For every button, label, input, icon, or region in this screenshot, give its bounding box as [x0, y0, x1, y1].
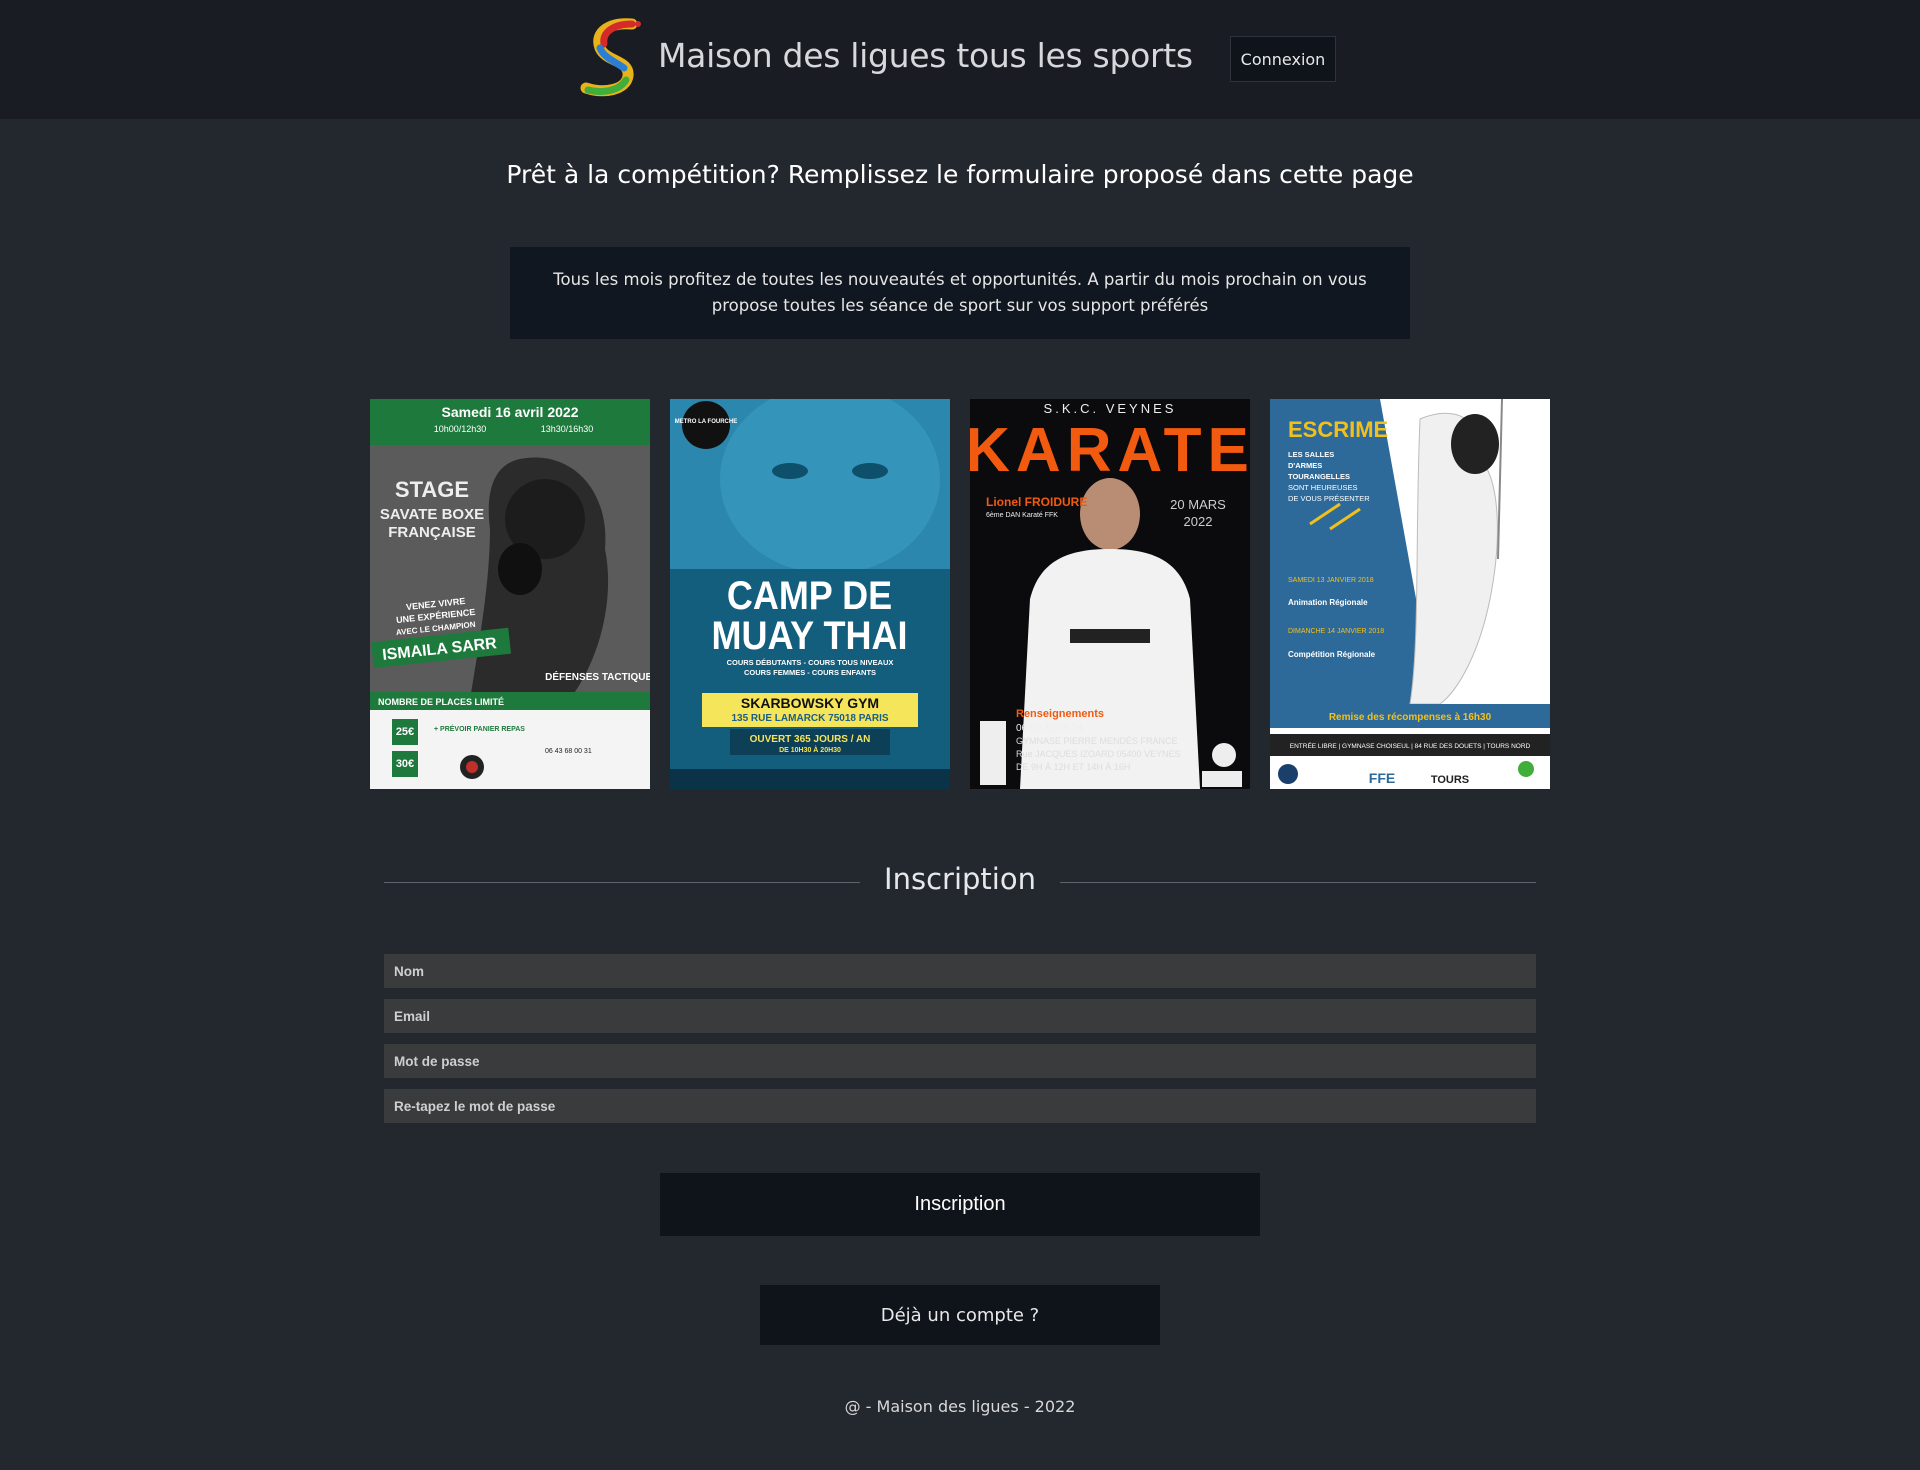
poster-escrime-intro-2: D'ARMES — [1288, 461, 1322, 470]
poster-muay-thai-title-2: MUAY THAI — [711, 614, 907, 658]
name-field[interactable] — [384, 954, 1536, 988]
poster-savate-line-3: FRANÇAISE — [388, 524, 476, 541]
section-title: Inscription — [884, 862, 1036, 896]
poster-muay-thai[interactable]: METRO LA FOURCHE CAMP DE MUAY THAI COURS… — [670, 399, 950, 789]
poster-karate-rank: 6ème DAN Karaté FFK — [986, 512, 1058, 519]
poster-savate-price-2: 30€ — [396, 758, 414, 770]
footer-text: @ - Maison des ligues - 2022 — [844, 1397, 1076, 1416]
poster-karate-info-4: DE 9H À 12H ET 14H À 16H — [1016, 762, 1130, 772]
poster-savate-limited: NOMBRE DE PLACES LIMITÉ — [378, 697, 504, 707]
login-button[interactable]: Connexion — [1230, 36, 1336, 82]
poster-savate-extra: + PRÉVOIR PANIER REPAS — [434, 724, 525, 733]
poster-escrime-intro-5: DE VOUS PRÉSENTER — [1288, 494, 1370, 503]
poster-muay-thai-open: OUVERT 365 JOURS / AN — [750, 734, 871, 745]
poster-karate-instructor: Lionel FROIDURE — [986, 495, 1087, 509]
poster-muay-thai-courses-1: COURS DÉBUTANTS - COURS TOUS NIVEAUX — [727, 658, 894, 667]
poster-muay-thai-address: 135 RUE LAMARCK 75018 PARIS — [731, 713, 888, 724]
poster-karate-date-2: 2022 — [1184, 514, 1213, 529]
poster-savate-price-1: 25€ — [396, 726, 414, 738]
poster-karate-info-2: GYMNASE PIERRE MENDÈS FRANCE — [1016, 736, 1178, 746]
poster-escrime-entry: ENTRÉE LIBRE | GYMNASE CHOISEUL | 84 RUE… — [1290, 741, 1531, 750]
poster-escrime-event2: DIMANCHE 14 JANVIER 2018 — [1288, 628, 1384, 635]
poster-savate[interactable]: Samedi 16 avril 2022 10h00/12h30 13h30/1… — [370, 399, 650, 789]
poster-savate-brand: DÉFENSES TACTIQUES — [545, 670, 650, 683]
poster-muay-thai-title-1: CAMP DE — [727, 574, 892, 618]
register-button[interactable]: Inscription — [660, 1173, 1260, 1236]
poster-savate-time-1: 10h00/12h30 — [434, 424, 487, 434]
poster-muay-thai-image: METRO LA FOURCHE CAMP DE MUAY THAI COURS… — [670, 399, 950, 789]
confirm-password-field[interactable] — [384, 1089, 1536, 1123]
poster-karate-club: S.K.C. VEYNES — [1044, 401, 1177, 416]
existing-account-button[interactable]: Déjà un compte ? — [760, 1285, 1160, 1345]
poster-savate-phone: 06 43 68 00 31 — [545, 748, 592, 755]
poster-karate-title: KARATE — [970, 416, 1250, 485]
poster-escrime-event1-title: Animation Régionale — [1288, 598, 1368, 607]
poster-escrime-intro-3: TOURANGELLES — [1288, 472, 1350, 481]
poster-muay-thai-courses-2: COURS FEMMES - COURS ENFANTS — [744, 668, 876, 677]
poster-karate-image: S.K.C. VEYNES KARATE Lionel FROIDURE 6èm… — [970, 399, 1250, 789]
poster-escrime-intro-4: SONT HEUREUSES — [1288, 483, 1357, 492]
poster-karate-info-1: 06 09 30 05 74 — [1016, 723, 1083, 734]
poster-escrime-event2-title: Compétition Régionale — [1288, 650, 1376, 659]
poster-escrime-event1: SAMEDI 13 JANVIER 2018 — [1288, 577, 1374, 584]
poster-karate-info-title: Renseignements — [1016, 708, 1104, 720]
poster-escrime-image: ESCRIME LES SALLES D'ARMES TOURANGELLES … — [1270, 399, 1550, 789]
site-header: Maison des ligues tous les sports Connex… — [0, 0, 1920, 119]
poster-escrime-intro-1: LES SALLES — [1288, 450, 1334, 459]
poster-savate-image: Samedi 16 avril 2022 10h00/12h30 13h30/1… — [370, 399, 650, 789]
poster-escrime-sponsor-1: FFE — [1369, 770, 1395, 786]
poster-muay-thai-hours: DE 10H30 À 20H30 — [779, 745, 841, 754]
poster-savate-time-2: 13h30/16h30 — [541, 424, 594, 434]
poster-karate-date-1: 20 MARS — [1170, 497, 1226, 512]
page-heading: Prêt à la compétition? Remplissez le for… — [506, 160, 1414, 189]
poster-savate-date: Samedi 16 avril 2022 — [442, 404, 579, 420]
poster-karate-info-3: Rue JACQUES IZOARD 05400 VEYNES — [1016, 749, 1181, 759]
divider-right — [1060, 882, 1536, 883]
poster-escrime-title: ESCRIME — [1288, 417, 1388, 442]
poster-savate-line-2: SAVATE BOXE — [380, 506, 484, 523]
poster-muay-thai-gym: SKARBOWSKY GYM — [741, 695, 879, 711]
poster-karate[interactable]: S.K.C. VEYNES KARATE Lionel FROIDURE 6èm… — [970, 399, 1250, 789]
poster-escrime-awards: Remise des récompenses à 16h30 — [1329, 712, 1492, 723]
email-field[interactable] — [384, 999, 1536, 1033]
logo-icon — [580, 18, 641, 97]
poster-escrime[interactable]: ESCRIME LES SALLES D'ARMES TOURANGELLES … — [1270, 399, 1550, 789]
poster-savate-line-1: STAGE — [395, 477, 469, 502]
poster-muay-thai-metro: METRO LA FOURCHE — [675, 419, 737, 425]
poster-escrime-sponsor-2: TOURS — [1431, 774, 1469, 786]
info-notice: Tous les mois profitez de toutes les nou… — [510, 247, 1410, 339]
site-title: Maison des ligues tous les sports — [658, 36, 1193, 75]
password-field[interactable] — [384, 1044, 1536, 1078]
